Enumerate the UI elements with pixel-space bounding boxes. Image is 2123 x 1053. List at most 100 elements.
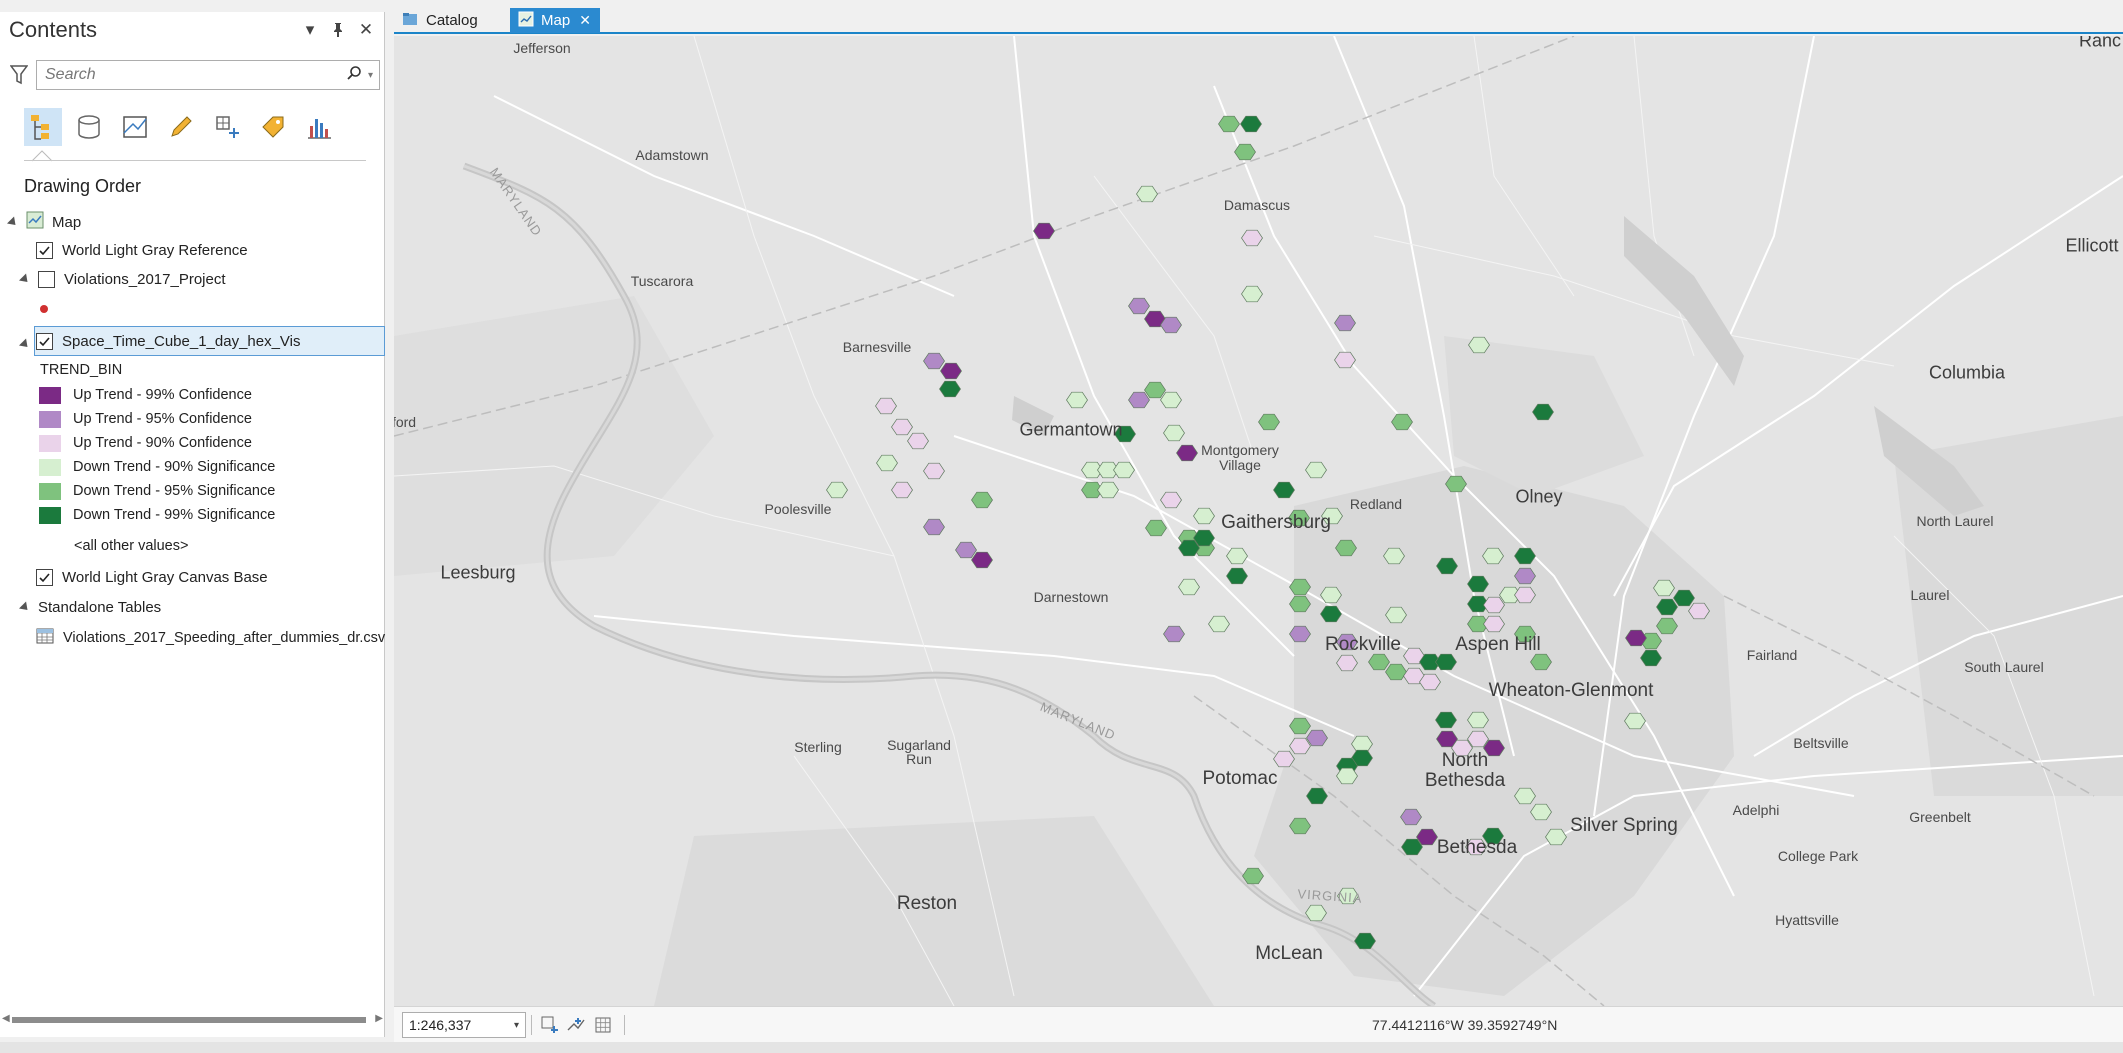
place-label: Silver Spring: [1570, 815, 1678, 836]
tree-item-map[interactable]: Map: [6, 208, 82, 236]
drawing-order-heading: Drawing Order: [24, 176, 142, 196]
place-label: Run: [906, 751, 932, 767]
search-row: ▾: [8, 60, 380, 90]
place-label: Tuscarora: [630, 273, 694, 289]
list-by-labeling-icon[interactable]: [254, 108, 292, 146]
chevron-down-icon[interactable]: ▾: [514, 1020, 519, 1031]
scrollbar-thumb[interactable]: [12, 1017, 366, 1023]
scroll-right-icon[interactable]: ▶: [375, 1013, 383, 1024]
place-label: Bethesda: [1424, 770, 1506, 791]
map-view[interactable]: Jefferson Adamstown Damascus Ellicott Tu…: [394, 36, 2123, 1006]
visibility-checkbox[interactable]: [36, 332, 53, 350]
collapse-toggle[interactable]: [18, 330, 32, 358]
search-dropdown-icon[interactable]: ▾: [368, 70, 373, 81]
place-label: North: [1441, 750, 1489, 771]
layer-violations-project[interactable]: Violations_2017_Project: [18, 265, 226, 293]
place-label: Ranc: [2078, 36, 2122, 51]
status-divider: [531, 1015, 532, 1035]
legend-item[interactable]: Up Trend - 99% Confidence: [38, 383, 252, 407]
list-by-charts-icon[interactable]: [300, 108, 338, 146]
place-label: Jefferson: [513, 40, 571, 56]
scale-select[interactable]: 1:246,337 ▾: [402, 1012, 526, 1038]
tree-item-standalone-tables[interactable]: Standalone Tables: [18, 593, 161, 621]
place-label: Leesburg: [440, 562, 516, 583]
collapse-icon[interactable]: [18, 600, 32, 614]
collapse-icon[interactable]: [18, 272, 32, 286]
horizontal-scrollbar[interactable]: ◀ ▶: [0, 1013, 385, 1027]
layer-world-light-gray-canvas[interactable]: World Light Gray Canvas Base: [36, 563, 268, 591]
place-label: Potomac: [1202, 768, 1278, 789]
legend-item[interactable]: Up Trend - 95% Confidence: [38, 407, 252, 431]
window-bottom-edge: [0, 1042, 2123, 1053]
table-label: Violations_2017_Speeding_after_dummies_d…: [63, 630, 386, 646]
snapping-icon[interactable]: [565, 1015, 587, 1035]
place-label: Aspen Hill: [1455, 634, 1541, 655]
red-dot-icon: [40, 305, 48, 313]
visibility-checkbox[interactable]: [36, 568, 53, 586]
table-icon: [36, 628, 54, 648]
point-symbol[interactable]: [40, 295, 48, 323]
tab-catalog[interactable]: Catalog: [394, 8, 480, 33]
visibility-checkbox[interactable]: [38, 270, 55, 288]
list-by-drawing-order-icon[interactable]: [24, 108, 62, 146]
legend-label: Up Trend - 90% Confidence: [73, 435, 252, 451]
place-label: South Laurel: [1964, 659, 2044, 675]
standalone-table-item[interactable]: Violations_2017_Speeding_after_dummies_d…: [36, 624, 385, 652]
place-label: Hyattsville: [1775, 912, 1839, 928]
list-by-source-icon[interactable]: [70, 108, 108, 146]
grid-icon[interactable]: [592, 1015, 614, 1035]
place-label: Columbia: [1928, 362, 2006, 383]
search-icon[interactable]: [346, 65, 362, 86]
tree-item-label: Map: [52, 213, 82, 231]
place-label: North Laurel: [1916, 513, 1994, 529]
pin-icon[interactable]: [328, 20, 348, 40]
pane-options-icon[interactable]: ▾: [300, 20, 320, 40]
list-by-selection-icon[interactable]: [116, 108, 154, 146]
filter-icon[interactable]: [8, 62, 30, 88]
layer-space-time-cube[interactable]: Space_Time_Cube_1_day_hex_Vis: [34, 326, 385, 356]
map-icon: [518, 11, 534, 31]
tab-map[interactable]: Map ✕: [510, 8, 600, 33]
toolbar-divider: [24, 160, 366, 161]
scale-value: 1:246,337: [409, 1017, 472, 1033]
place-label: Sterling: [794, 739, 842, 755]
legend-swatch[interactable]: [38, 385, 62, 405]
layer-world-light-gray-reference[interactable]: World Light Gray Reference: [36, 236, 248, 264]
list-by-snapping-icon[interactable]: [208, 108, 246, 146]
scroll-left-icon[interactable]: ◀: [2, 1013, 10, 1024]
tab-strip: Catalog Map ✕: [394, 8, 2123, 34]
legend-label: Down Trend - 99% Significance: [73, 507, 276, 523]
visibility-checkbox[interactable]: [36, 241, 53, 259]
legend-item[interactable]: Up Trend - 90% Confidence: [38, 431, 252, 455]
legend-swatch[interactable]: [38, 409, 62, 429]
legend-swatch[interactable]: [38, 505, 62, 525]
trend-field-name: TREND_BIN: [40, 362, 123, 378]
place-label: Greenbelt: [1909, 809, 1971, 825]
place-label: Laurel: [1910, 587, 1950, 603]
collapse-icon[interactable]: [18, 337, 32, 351]
place-label: Fairland: [1746, 647, 1798, 663]
legend-swatch[interactable]: [38, 457, 62, 477]
collapse-icon[interactable]: [6, 215, 20, 229]
search-input[interactable]: [43, 65, 346, 85]
layer-label: World Light Gray Reference: [62, 241, 248, 259]
navigation-options-icon[interactable]: [539, 1015, 561, 1035]
legend-item[interactable]: Down Trend - 99% Significance: [38, 503, 275, 527]
close-tab-icon[interactable]: ✕: [579, 12, 591, 29]
place-label: Wheaton-Glenmont: [1488, 680, 1654, 701]
status-divider: [624, 1015, 625, 1035]
close-icon[interactable]: ✕: [356, 20, 376, 40]
place-label: Beltsville: [1793, 735, 1849, 751]
layer-label: Space_Time_Cube_1_day_hex_Vis: [62, 332, 301, 350]
place-label: Gaithersburg: [1221, 512, 1331, 533]
legend-item[interactable]: Down Trend - 90% Significance: [38, 455, 275, 479]
list-by-editing-icon[interactable]: [162, 108, 200, 146]
legend-swatch[interactable]: [38, 481, 62, 501]
all-other-values[interactable]: <all other values>: [74, 532, 188, 560]
place-label: Adamstown: [635, 147, 709, 163]
legend-swatch[interactable]: [38, 433, 62, 453]
place-label: Germantown: [1019, 419, 1123, 440]
place-label: Redland: [1349, 496, 1403, 512]
legend-item[interactable]: Down Trend - 95% Significance: [38, 479, 275, 503]
layer-label: World Light Gray Canvas Base: [62, 568, 268, 586]
